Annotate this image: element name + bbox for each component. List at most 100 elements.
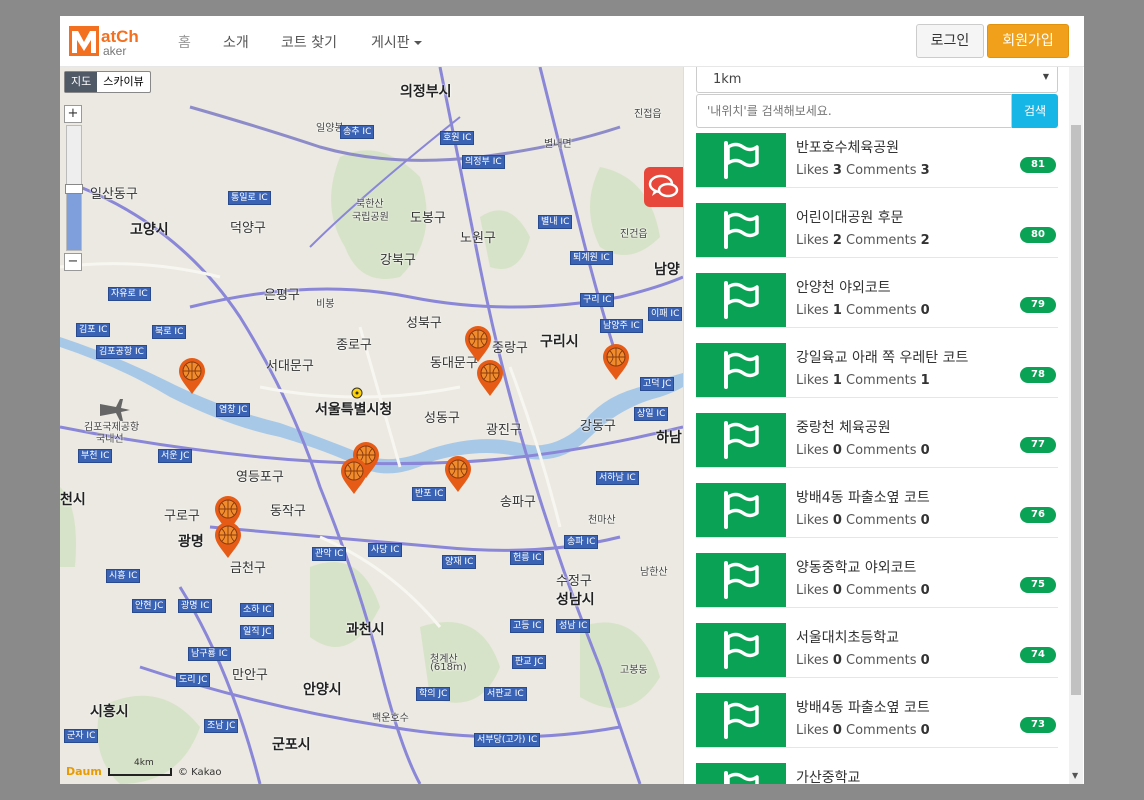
radius-select[interactable]: 1km ▼: [696, 67, 1058, 93]
map-label: 의정부시: [400, 84, 452, 100]
map-type-roadmap-button[interactable]: 지도: [65, 72, 98, 92]
likes-count: 2: [832, 233, 842, 248]
comments-word: Comments: [846, 723, 917, 738]
svg-text:aker: aker: [103, 44, 126, 58]
court-id-badge: 75: [1020, 577, 1056, 593]
sidebar-scrollbar[interactable]: ▼: [1069, 67, 1083, 784]
court-name[interactable]: 서울대치초등학교: [796, 627, 899, 647]
court-thumbnail[interactable]: [696, 133, 786, 187]
court-list-item[interactable]: 어린이대공원 후문 Likes 2 Comments 2 80: [696, 203, 1058, 273]
nav-about[interactable]: 소개: [223, 32, 249, 52]
court-list-item[interactable]: 방배4동 파출소옆 코트 Likes 0 Comments 0 76: [696, 483, 1058, 553]
zoom-slider-handle[interactable]: [65, 184, 83, 194]
court-thumbnail[interactable]: [696, 693, 786, 747]
comments-word: Comments: [846, 513, 917, 528]
court-marker[interactable]: [178, 357, 206, 395]
nav-board[interactable]: 게시판: [371, 32, 422, 52]
court-marker[interactable]: [214, 521, 242, 559]
ic-label: 사당 IC: [368, 543, 403, 557]
ic-label: 김포공항 IC: [96, 345, 147, 359]
court-marker[interactable]: [340, 457, 368, 495]
chat-button[interactable]: [644, 167, 683, 207]
ic-label: 자유로 IC: [108, 287, 151, 301]
map-label: 고봉동: [620, 665, 648, 676]
court-thumbnail[interactable]: [696, 763, 786, 784]
zoom-in-button[interactable]: +: [64, 105, 82, 123]
comments-word: Comments: [846, 373, 917, 388]
court-name[interactable]: 양동중학교 야외코트: [796, 557, 916, 577]
matchmaker-logo[interactable]: atCh aker: [69, 24, 155, 58]
list-divider: [696, 257, 1058, 258]
court-id-badge: 73: [1020, 717, 1056, 733]
court-id-badge: 79: [1020, 297, 1056, 313]
login-button[interactable]: 로그인: [916, 24, 984, 58]
court-thumbnail[interactable]: [696, 553, 786, 607]
court-name[interactable]: 방배4동 파출소옆 코트: [796, 487, 930, 507]
map-label: 고양시: [130, 222, 169, 238]
map-label: 성동구: [424, 411, 460, 426]
court-list-item[interactable]: 강일육교 아래 쪽 우레탄 코트 Likes 1 Comments 1 78: [696, 343, 1058, 413]
court-name[interactable]: 어린이대공원 후문: [796, 207, 904, 227]
zoom-slider-track[interactable]: [65, 125, 83, 251]
comments-word: Comments: [846, 163, 917, 178]
nav-home[interactable]: 홈: [178, 32, 191, 52]
court-name[interactable]: 가산중학교: [796, 767, 860, 784]
court-thumbnail[interactable]: [696, 483, 786, 537]
scrollbar-thumb[interactable]: [1071, 125, 1081, 695]
court-list-item[interactable]: 중랑천 체육공원 Likes 0 Comments 0 77: [696, 413, 1058, 483]
court-marker[interactable]: [444, 455, 472, 493]
list-divider: [696, 397, 1058, 398]
court-list-item[interactable]: 방배4동 파출소옆 코트 Likes 0 Comments 0 73: [696, 693, 1058, 763]
court-list-item[interactable]: 반포호수체육공원 Likes 3 Comments 3 81: [696, 133, 1058, 203]
court-name[interactable]: 방배4동 파출소옆 코트: [796, 697, 930, 717]
court-stats: Likes 0 Comments 0: [796, 653, 930, 668]
ic-label: 염창 JC: [216, 403, 251, 417]
map-label: 동작구: [270, 504, 306, 519]
court-thumbnail[interactable]: [696, 273, 786, 327]
nav-find-court[interactable]: 코트 찾기: [281, 32, 337, 52]
likes-word: Likes: [796, 653, 829, 668]
court-name[interactable]: 중랑천 체육공원: [796, 417, 891, 437]
court-name[interactable]: 강일육교 아래 쪽 우레탄 코트: [796, 347, 968, 367]
court-thumbnail[interactable]: [696, 413, 786, 467]
likes-word: Likes: [796, 443, 829, 458]
map-label: 만안구: [232, 668, 268, 683]
zoom-out-button[interactable]: −: [64, 253, 82, 271]
court-marker[interactable]: [464, 325, 492, 363]
court-list-item[interactable]: 양동중학교 야외코트 Likes 0 Comments 0 75: [696, 553, 1058, 623]
map-label: 천마산: [588, 515, 616, 526]
ic-label: 판교 JC: [512, 655, 547, 669]
comments-count: 0: [920, 583, 930, 598]
court-list-item[interactable]: 가산중학교: [696, 763, 1058, 784]
signup-button[interactable]: 회원가입: [987, 24, 1069, 58]
court-marker[interactable]: [476, 359, 504, 397]
basketball-marker-icon: [477, 360, 503, 396]
search-button[interactable]: 검색: [1012, 94, 1058, 128]
ic-label: 양재 IC: [442, 555, 477, 569]
basketball-marker-icon: [603, 344, 629, 380]
court-list-item[interactable]: 서울대치초등학교 Likes 0 Comments 0 74: [696, 623, 1058, 693]
court-list-item[interactable]: 안양천 야외코트 Likes 1 Comments 0 79: [696, 273, 1058, 343]
location-search-input[interactable]: [696, 94, 1012, 128]
likes-count: 0: [832, 443, 842, 458]
comments-count: 0: [920, 303, 930, 318]
flag-icon: [724, 491, 759, 529]
map-type-skyview-button[interactable]: 스카이뷰: [97, 72, 149, 92]
ic-label: 성남 IC: [556, 619, 591, 633]
zoom-control: + −: [64, 105, 83, 271]
basketball-marker-icon: [341, 458, 367, 494]
court-stats: Likes 2 Comments 2: [796, 233, 930, 248]
court-thumbnail[interactable]: [696, 623, 786, 677]
court-name[interactable]: 안양천 야외코트: [796, 277, 891, 297]
court-thumbnail[interactable]: [696, 203, 786, 257]
likes-count: 0: [832, 583, 842, 598]
court-name[interactable]: 반포호수체육공원: [796, 137, 899, 157]
court-marker[interactable]: [602, 343, 630, 381]
court-sidebar: 1km ▼ 검색 반포호수체육공원 Likes 3 Comments 3 81 …: [683, 67, 1084, 784]
flag-icon: [724, 561, 759, 599]
court-thumbnail[interactable]: [696, 343, 786, 397]
map-label: 성남시: [556, 592, 595, 608]
map-label: 국내선: [96, 434, 124, 445]
scroll-down-arrow-icon[interactable]: ▼: [1072, 771, 1078, 780]
map-view[interactable]: 지도 스카이뷰 + − 의정부시 고양시 일산동구 덕양구 도봉구 노원구 강북…: [60, 67, 683, 784]
